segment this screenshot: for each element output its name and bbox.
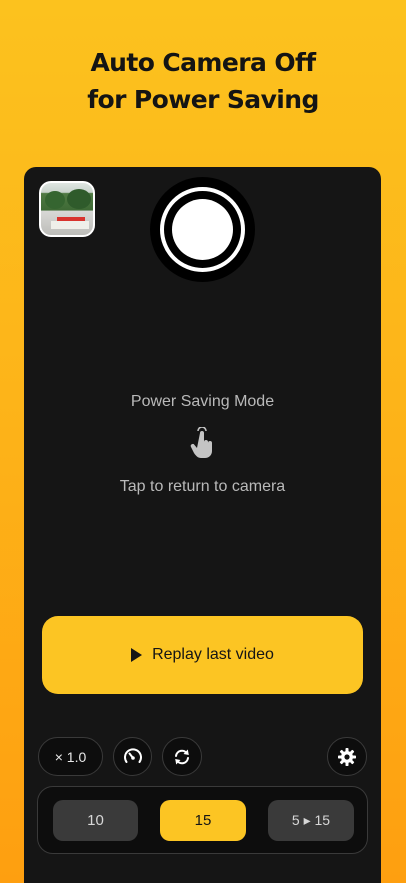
record-button-ring (160, 187, 245, 272)
record-button-core (172, 199, 233, 260)
play-icon (131, 648, 143, 662)
speedometer-icon (123, 747, 142, 763)
thumbnail-building (51, 221, 89, 229)
replay-last-video-button[interactable]: Replay last video (42, 616, 363, 694)
duration-option-15[interactable]: 15 (160, 800, 246, 841)
tap-hand-icon (190, 427, 212, 458)
speed-button[interactable] (113, 737, 152, 776)
power-saving-subtitle: Tap to return to camera (119, 478, 286, 495)
headline: Auto Camera Off for Power Saving (0, 44, 406, 118)
record-button[interactable] (150, 177, 255, 282)
headline-line-1: Auto Camera Off (90, 48, 316, 77)
camera-flip-button[interactable] (162, 737, 202, 776)
camera-screen[interactable]: Power Saving Mode Tap to return to camer… (24, 167, 381, 883)
camera-flip-icon (175, 749, 189, 764)
last-video-thumbnail[interactable] (39, 181, 95, 237)
thumbnail-tree (45, 191, 65, 209)
replay-label: Replay last video (152, 646, 274, 663)
power-saving-title: Power Saving Mode (130, 393, 275, 410)
duration-selector: 10 15 5 ▸ 15 (37, 786, 368, 854)
thumbnail-tree (67, 189, 91, 209)
zoom-button[interactable]: × 1.0 (38, 737, 103, 776)
gear-icon (338, 747, 356, 766)
duration-option-5-to-15[interactable]: 5 ▸ 15 (268, 800, 354, 841)
settings-button[interactable] (327, 737, 367, 776)
headline-line-2: for Power Saving (87, 85, 319, 114)
duration-option-10[interactable]: 10 (53, 800, 138, 841)
